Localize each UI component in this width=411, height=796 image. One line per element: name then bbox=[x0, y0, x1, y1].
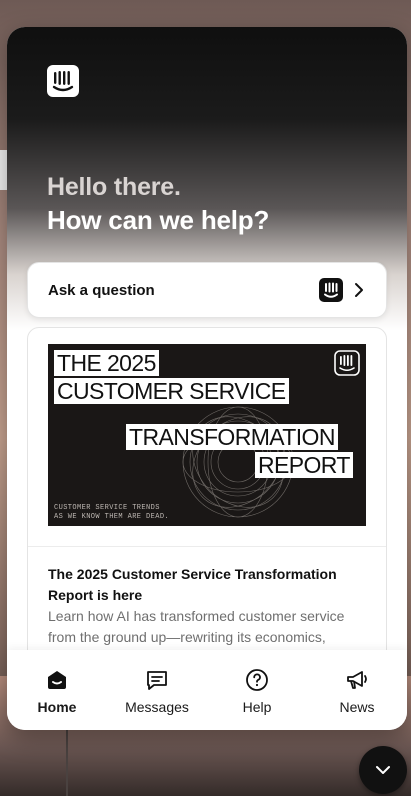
ask-question-button[interactable]: Ask a question bbox=[27, 262, 387, 318]
banner-line-4: REPORT bbox=[255, 452, 353, 478]
brand-logo-icon bbox=[47, 65, 79, 97]
tab-home-label: Home bbox=[37, 699, 77, 715]
bottom-tab-bar: Home Messages Help News bbox=[7, 650, 407, 730]
banner-line-1: THE 2025 bbox=[54, 350, 159, 376]
home-icon bbox=[48, 671, 66, 689]
news-title: The 2025 Customer Service Transformation… bbox=[48, 566, 337, 603]
chevron-down-icon bbox=[376, 766, 390, 774]
report-banner-image: THE 2025 CUSTOMER SERVICE TRANSFORMATION… bbox=[48, 344, 366, 526]
banner-line-3: TRANSFORMATION bbox=[126, 424, 338, 450]
close-messenger-button[interactable] bbox=[359, 746, 407, 794]
news-body: Learn how AI has transformed customer se… bbox=[48, 608, 345, 645]
ask-question-label: Ask a question bbox=[48, 282, 155, 299]
tab-messages[interactable]: Messages bbox=[107, 650, 207, 730]
tab-news-label: News bbox=[339, 699, 375, 715]
messages-icon bbox=[147, 671, 167, 690]
chevron-right-icon bbox=[353, 282, 365, 298]
greeting-line-2: How can we help? bbox=[47, 205, 270, 235]
messenger-widget: Hello there. How can we help? Ask a ques… bbox=[7, 27, 407, 730]
tab-help[interactable]: Help bbox=[207, 650, 307, 730]
tab-news[interactable]: News bbox=[307, 650, 407, 730]
banner-logo-icon bbox=[334, 350, 360, 376]
help-icon bbox=[246, 669, 268, 691]
tab-home[interactable]: Home bbox=[7, 650, 107, 730]
banner-fine-1: CUSTOMER SERVICE TRENDS bbox=[54, 504, 160, 512]
bot-avatar-icon bbox=[319, 278, 343, 302]
banner-fine-2: AS WE KNOW THEM ARE DEAD. bbox=[54, 513, 170, 521]
greeting-line-1: Hello there. bbox=[47, 173, 181, 201]
news-card[interactable]: THE 2025 CUSTOMER SERVICE TRANSFORMATION… bbox=[27, 327, 387, 689]
card-divider bbox=[28, 546, 386, 547]
tab-messages-label: Messages bbox=[125, 699, 189, 715]
megaphone-icon bbox=[347, 671, 367, 689]
banner-line-2: CUSTOMER SERVICE bbox=[54, 378, 289, 404]
tab-help-label: Help bbox=[242, 699, 272, 715]
